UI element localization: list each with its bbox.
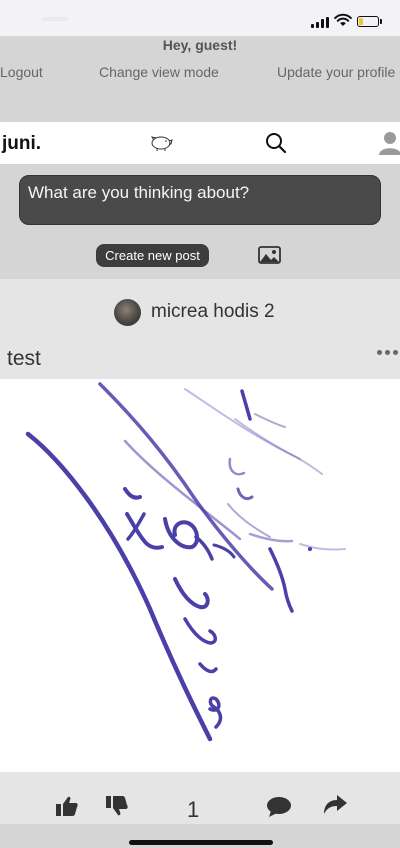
author-avatar[interactable] <box>114 299 141 326</box>
search-icon[interactable] <box>264 131 288 155</box>
status-time-placeholder <box>42 17 68 21</box>
more-options-icon[interactable] <box>377 350 398 355</box>
change-view-mode-link[interactable]: Change view mode <box>99 64 219 80</box>
post-composer: What are you thinking about? Create new … <box>0 164 400 279</box>
thumbs-down-icon[interactable] <box>105 795 129 817</box>
create-post-button[interactable]: Create new post <box>96 244 209 267</box>
status-bar <box>0 0 400 36</box>
image-icon[interactable] <box>258 246 281 264</box>
top-navigation: juni. <box>0 122 400 164</box>
post-title: test <box>7 347 41 370</box>
comment-icon[interactable] <box>266 796 292 818</box>
cellular-signal-icon <box>311 17 329 28</box>
post-actions: 1 <box>0 772 400 824</box>
app-logo[interactable]: juni. <box>2 133 41 155</box>
battery-icon <box>357 16 382 27</box>
author-name[interactable]: micrea hodis 2 <box>151 301 275 323</box>
post-author-row: micrea hodis 2 <box>0 284 400 340</box>
update-profile-link[interactable]: Update your profile <box>277 64 395 80</box>
like-count: 1 <box>187 797 200 822</box>
user-avatar-icon[interactable] <box>377 129 400 155</box>
signature-drawing <box>25 382 346 742</box>
logout-link[interactable]: Logout <box>0 64 43 80</box>
home-indicator[interactable] <box>129 840 273 845</box>
post-text-input[interactable]: What are you thinking about? <box>19 175 381 225</box>
piggy-bank-icon[interactable] <box>148 131 174 153</box>
share-icon[interactable] <box>322 794 348 816</box>
post-image <box>0 379 400 772</box>
greeting-text: Hey, guest! <box>162 37 238 53</box>
guest-header: Hey, guest! Logout Change view mode Upda… <box>0 36 400 122</box>
wifi-icon <box>334 13 352 26</box>
thumbs-up-icon[interactable] <box>55 795 79 817</box>
